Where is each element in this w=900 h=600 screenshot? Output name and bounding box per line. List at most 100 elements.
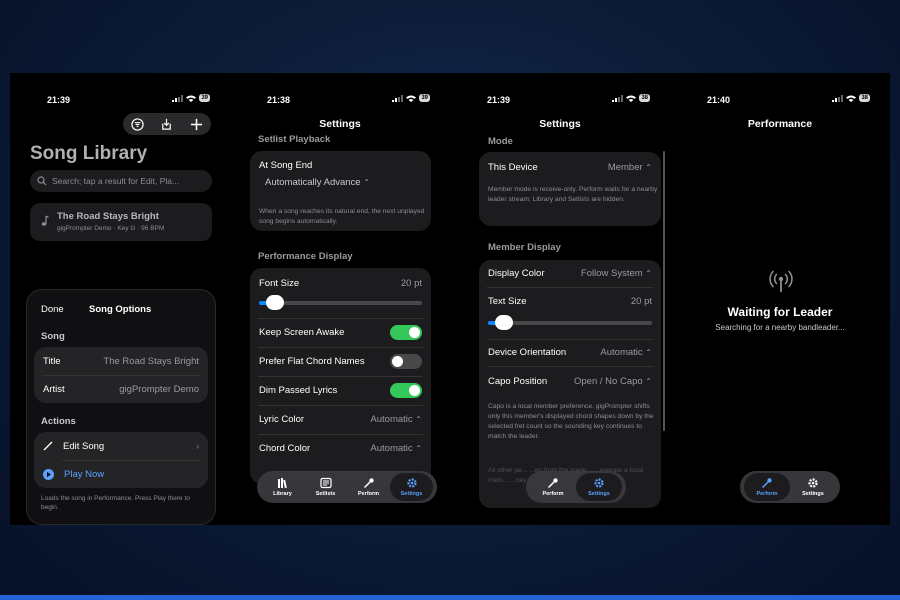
add-icon[interactable] (190, 118, 203, 131)
font-size-label: Font Size (259, 277, 300, 289)
status-time: 21:39 (487, 95, 511, 105)
this-device-row[interactable]: This Device Member ⌃ (479, 154, 661, 180)
tab-bar: Library Setlists Perform Settings (257, 471, 437, 503)
page-title: Song Library (30, 143, 148, 164)
at-song-end-label: At Song End (259, 160, 313, 171)
antenna-broadcast-icon (769, 270, 793, 292)
dim-lyrics-label: Dim Passed Lyrics (259, 385, 338, 396)
status-time: 21:38 (267, 95, 291, 105)
cellular-signal-icon (172, 94, 184, 102)
song-options-sheet: Done Song Options Song Title The Road Sta… (26, 289, 216, 525)
status-icons: 39 (392, 94, 430, 102)
dim-lyrics-toggle[interactable] (390, 383, 422, 398)
capo-row[interactable]: Capo Position Open / No Capo ⌃ (479, 368, 661, 395)
display-color-label: Display Color (488, 268, 545, 279)
dim-lyrics-row: Dim Passed Lyrics (250, 376, 431, 405)
microphone-icon (363, 478, 374, 489)
artist-label: Artist (43, 383, 65, 395)
scrollbar[interactable] (663, 151, 665, 431)
sheet-title: Song Options (89, 304, 152, 315)
display-color-value: Follow System ⌃ (580, 268, 652, 279)
gear-icon (808, 478, 818, 488)
text-size-label: Text Size (488, 295, 527, 307)
artist-value: gigPrompter Demo (119, 383, 199, 395)
play-now-button[interactable]: Play Now (34, 460, 208, 488)
font-size-slider[interactable] (259, 295, 422, 310)
flat-chords-toggle[interactable] (390, 354, 422, 369)
song-list-item[interactable]: The Road Stays Bright gigPrompter Demo ·… (30, 203, 212, 241)
search-icon (37, 176, 47, 186)
tab-perform[interactable]: Perform (347, 473, 390, 501)
pencil-icon (43, 441, 53, 451)
display-color-row[interactable]: Display Color Follow System ⌃ (479, 260, 661, 287)
slider-knob[interactable] (495, 315, 513, 330)
microphone-icon (761, 478, 772, 489)
tab-settings[interactable]: Settings (790, 473, 836, 501)
chevron-updown-icon: ⌃ (415, 415, 422, 424)
text-size-slider[interactable] (488, 315, 652, 330)
music-note-icon (41, 215, 49, 226)
mode-header: Mode (488, 136, 513, 147)
chord-color-row[interactable]: Chord Color Automatic ⌃ (250, 434, 431, 463)
play-now-label: Play Now (64, 468, 105, 480)
this-device-value: Member ⌃ (607, 161, 652, 173)
setlists-icon (319, 477, 332, 489)
title-value: The Road Stays Bright (103, 355, 199, 367)
tab-settings[interactable]: Settings (576, 473, 622, 501)
tab-setlists[interactable]: Setlists (304, 473, 347, 501)
tab-perform[interactable]: Perform (744, 473, 790, 501)
chevron-updown-icon: ⌃ (645, 348, 652, 357)
song-title: The Road Stays Bright (57, 211, 159, 222)
tab-settings[interactable]: Settings (390, 473, 433, 501)
search-input[interactable]: Search; tap a result for Edit, Pla... (30, 170, 212, 192)
performance-display-card: Font Size 20 pt Keep Screen Awake Prefer … (250, 268, 431, 484)
wifi-icon (626, 95, 637, 102)
chevron-updown-icon: ⌃ (645, 162, 652, 172)
gear-icon (406, 478, 417, 488)
lyric-color-label: Lyric Color (259, 414, 305, 425)
cellular-signal-icon (832, 94, 844, 102)
battery-icon: 38 (639, 94, 650, 102)
wifi-icon (846, 95, 857, 102)
artist-row[interactable]: Artist gigPrompter Demo (34, 375, 208, 403)
orientation-row[interactable]: Device Orientation Automatic ⌃ (479, 339, 661, 366)
tab-library[interactable]: Library (261, 473, 304, 501)
import-icon[interactable] (160, 118, 173, 131)
waiting-title: Waiting for Leader (727, 305, 833, 319)
song-info-card: Title The Road Stays Bright Artist gigProm… (34, 347, 208, 403)
nav-title: Settings (319, 118, 361, 130)
performance-display-header: Performance Display (258, 251, 353, 262)
library-toolbar (123, 113, 211, 135)
done-button[interactable]: Done (41, 304, 64, 315)
battery-icon: 39 (419, 94, 430, 102)
lyric-color-row[interactable]: Lyric Color Automatic ⌃ (250, 405, 431, 434)
text-size-value: 20 pt (630, 295, 652, 307)
flat-chords-label: Prefer Flat Chord Names (259, 356, 365, 367)
edit-song-button[interactable]: Edit Song › (34, 432, 208, 460)
mode-footer: Member mode is receive-only. Perform wai… (488, 186, 658, 203)
performance-screen: 21:40 38 Performance Waiting for Leader … (670, 73, 890, 525)
keep-awake-label: Keep Screen Awake (259, 327, 345, 338)
title-row[interactable]: Title The Road Stays Bright (34, 347, 208, 375)
song-section-header: Song (41, 331, 65, 342)
actions-section-header: Actions (41, 416, 76, 427)
at-song-end-picker[interactable]: Automatically Advance ⌃ (265, 177, 370, 188)
edit-song-label: Edit Song (63, 440, 105, 452)
gear-icon (594, 478, 604, 488)
keep-awake-toggle[interactable] (390, 325, 422, 340)
chord-color-value: Automatic ⌃ (370, 443, 422, 454)
chevron-updown-icon: ⌃ (415, 444, 422, 453)
wifi-icon (186, 95, 197, 102)
tab-bar: Perform Settings (526, 471, 626, 503)
filter-icon[interactable] (131, 117, 144, 131)
wifi-icon (406, 95, 417, 102)
this-device-label: This Device (488, 161, 538, 173)
orientation-value: Automatic ⌃ (600, 347, 652, 358)
screenshot-strip: 21:39 39 Song Library Search; tap a resu… (10, 73, 890, 525)
tab-perform[interactable]: Perform (530, 473, 576, 501)
keep-awake-row: Keep Screen Awake (250, 318, 431, 347)
lyric-color-value: Automatic ⌃ (370, 414, 422, 425)
slider-knob[interactable] (266, 295, 284, 310)
member-display-header: Member Display (488, 242, 561, 253)
cellular-signal-icon (612, 94, 624, 102)
